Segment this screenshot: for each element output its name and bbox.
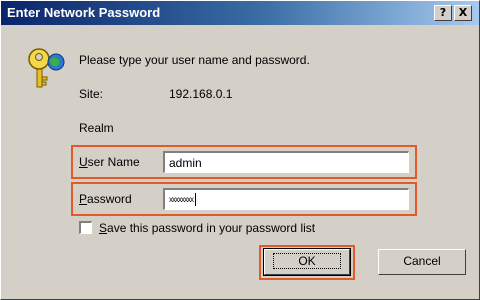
title-bar[interactable]: Enter Network Password ? X — [1, 1, 479, 25]
password-field[interactable]: xxxxxxxx — [163, 188, 409, 210]
password-label-text: assword — [87, 192, 132, 206]
site-label: Site: — [79, 87, 104, 101]
user-name-field[interactable]: admin — [163, 151, 409, 173]
password-value: xxxxxxxx — [169, 195, 194, 204]
text-caret — [195, 193, 196, 207]
key-icon — [28, 48, 65, 88]
user-name-label: User Name — [79, 155, 140, 169]
realm-label: Realm — [79, 121, 114, 135]
prompt-text: Please type your user name and password. — [79, 53, 310, 67]
password-label-accel: P — [79, 192, 88, 206]
close-button[interactable]: X — [454, 5, 472, 21]
user-name-value: admin — [169, 156, 202, 170]
window-title: Enter Network Password — [7, 5, 161, 20]
password-row: Password xxxxxxxx — [71, 182, 417, 216]
user-name-row: User Name admin — [71, 145, 417, 179]
save-password-checkbox[interactable] — [79, 221, 92, 234]
user-name-label-accel: U — [79, 155, 88, 169]
help-button[interactable]: ? — [434, 5, 452, 21]
user-name-label-text: ser Name — [87, 155, 140, 169]
save-password-label-accel: S — [99, 221, 108, 235]
password-label: Password — [79, 192, 132, 206]
ok-button[interactable]: OK — [263, 248, 351, 276]
network-password-dialog: Enter Network Password ? X Please type y… — [0, 0, 480, 300]
site-value: 192.168.0.1 — [169, 87, 233, 101]
save-password-label-text: ave this password in your password list — [107, 221, 316, 235]
cancel-button[interactable]: Cancel — [378, 249, 466, 275]
ok-button-label: OK — [273, 253, 341, 269]
save-password-label[interactable]: Save this password in your password list — [99, 221, 315, 235]
